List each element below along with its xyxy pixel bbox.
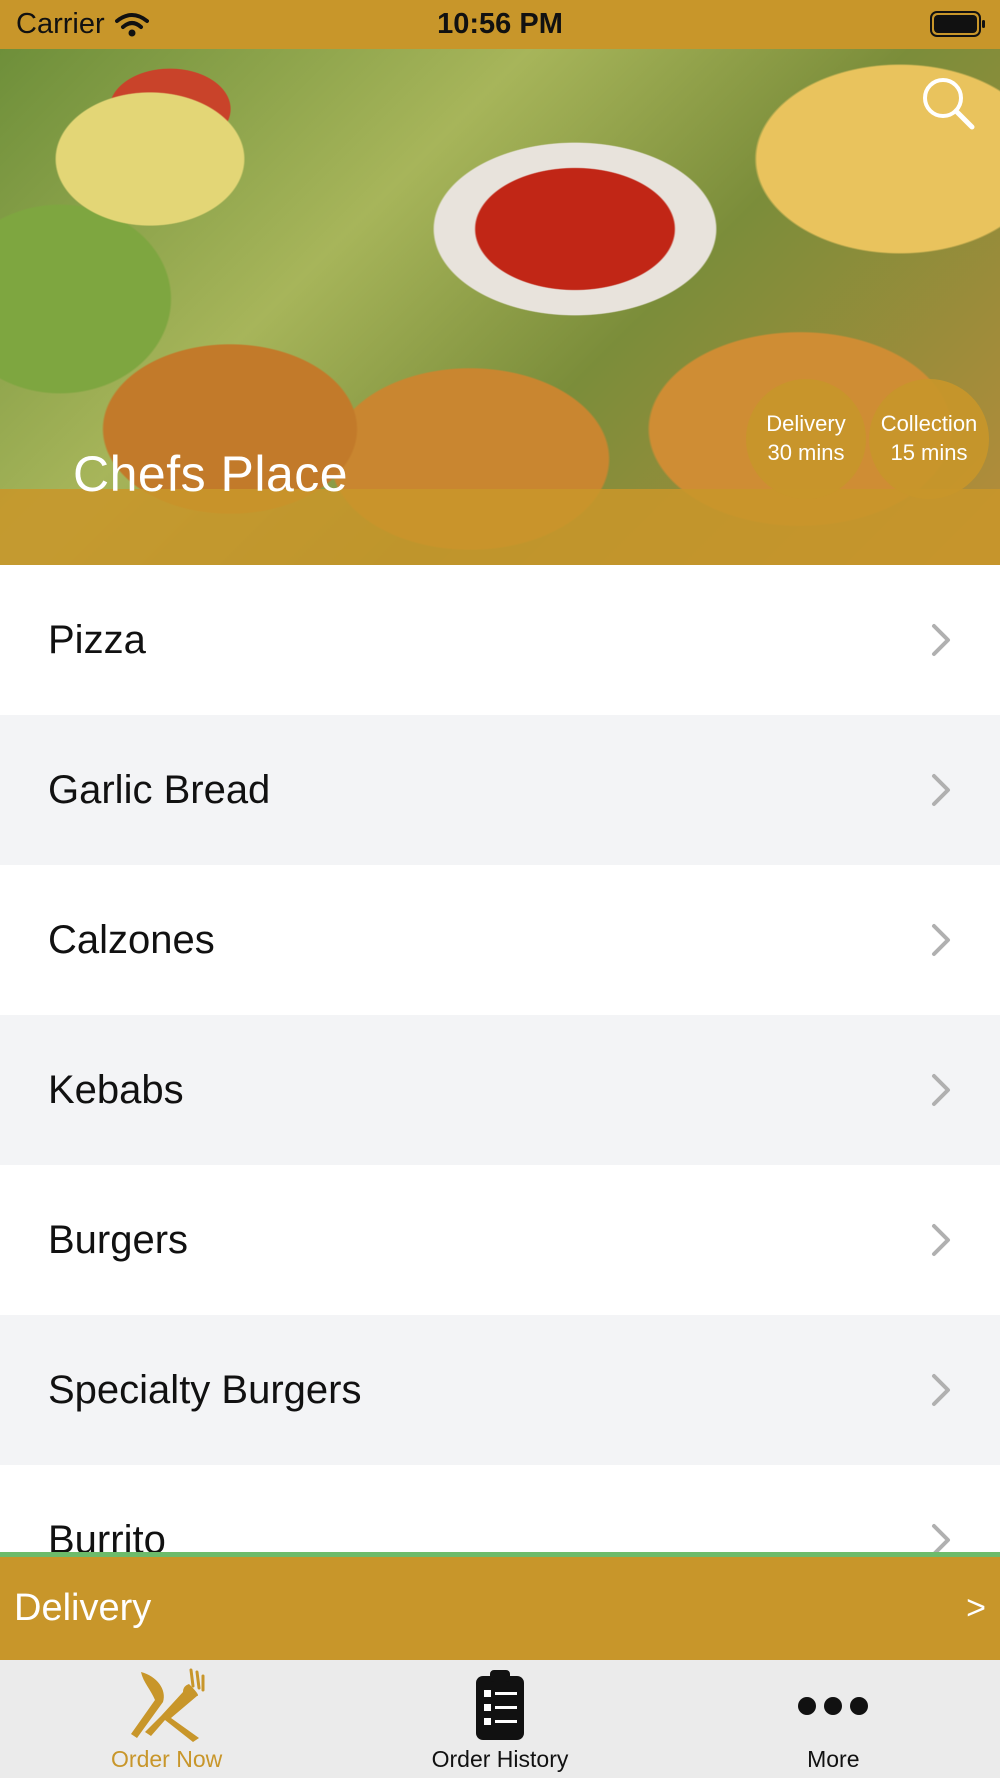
status-bar: Carrier 10:56 PM [0,0,1000,49]
category-row-garlic-bread[interactable]: Garlic Bread [0,715,1000,865]
tab-more-label: More [807,1746,860,1772]
category-label: Pizza [48,617,146,662]
collection-badge-time: 15 mins [890,440,968,465]
search-icon[interactable] [920,75,976,131]
store-name: Chefs Place [73,446,349,502]
tab-order-now-label: Order Now [111,1746,223,1772]
category-row-pizza[interactable]: Pizza [0,565,1000,715]
status-time: 10:56 PM [437,8,563,40]
delivery-mode-bar[interactable]: Delivery > [0,1552,1000,1660]
chevron-right-icon [932,1374,950,1406]
category-label: Kebabs [48,1067,184,1112]
category-label: Burgers [48,1217,189,1262]
chevron-right-icon [932,624,950,656]
delivery-badge-label: Delivery [766,411,846,437]
category-label: Garlic Bread [48,767,271,812]
chevron-right-icon [932,1224,950,1256]
tab-order-now[interactable]: Order Now [0,1660,333,1778]
tab-bar: Order Now Order History More [0,1660,1000,1778]
delivery-mode-label: Delivery [14,1587,152,1629]
tab-order-history[interactable]: Order History [333,1660,666,1778]
more-dots-icon [798,1697,869,1715]
category-row-specialty-burgers[interactable]: Specialty Burgers [0,1315,1000,1465]
chevron-right-icon [932,1074,950,1106]
collection-time-badge: Collection 15 mins [869,379,989,499]
fork-knife-icon [130,1668,205,1742]
battery-icon [930,11,985,37]
category-list: Pizza Garlic Bread Calzones Kebabs Burge… [0,565,1000,1615]
chevron-right-icon [932,924,950,956]
category-label: Calzones [48,917,215,962]
collection-badge-label: Collection [880,411,978,437]
category-label: Specialty Burgers [48,1367,362,1412]
chevron-right-icon [932,774,950,806]
tab-more[interactable]: More [667,1660,1000,1778]
delivery-badge-time: 30 mins [767,440,845,465]
category-row-burgers[interactable]: Burgers [0,1165,1000,1315]
tab-order-history-label: Order History [431,1746,569,1772]
clipboard-icon [475,1670,524,1740]
delivery-arrow: > [966,1589,986,1627]
delivery-time-badge: Delivery 30 mins [746,379,866,499]
category-row-kebabs[interactable]: Kebabs [0,1015,1000,1165]
category-row-calzones[interactable]: Calzones [0,865,1000,1015]
